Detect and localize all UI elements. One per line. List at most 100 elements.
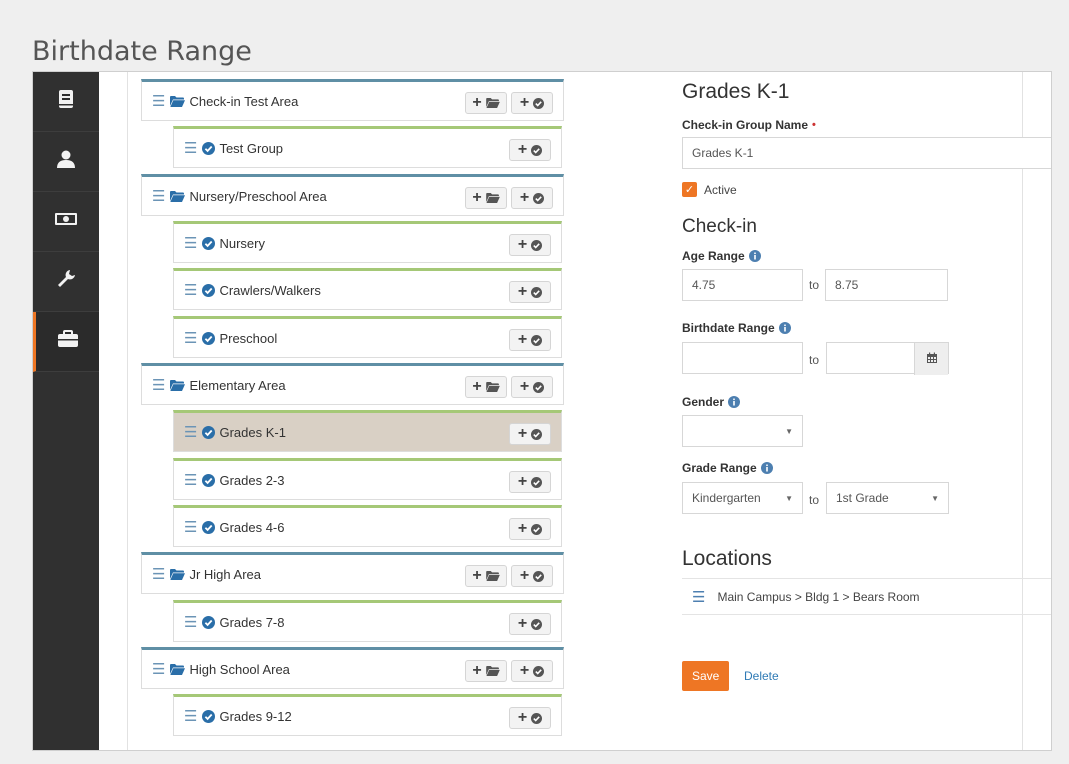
info-icon[interactable] <box>778 322 791 334</box>
tree-area-row[interactable]: ☰ Nursery/Preschool Area + + <box>141 174 564 216</box>
location-row: ☰ Main Campus > Bldg 1 > Bears Room <box>682 578 1051 615</box>
nav-item-admin[interactable] <box>33 312 99 372</box>
check-circle-icon <box>202 425 216 439</box>
delete-link[interactable]: Delete <box>744 669 779 683</box>
add-area-button[interactable]: + <box>465 376 507 398</box>
drag-handle-icon[interactable]: ☰ <box>152 92 165 110</box>
row-actions: + + <box>465 660 553 682</box>
add-group-button[interactable]: + <box>509 281 551 303</box>
check-circle-icon <box>202 283 216 297</box>
nav-item-people[interactable] <box>33 132 99 192</box>
info-icon[interactable] <box>748 250 761 262</box>
tree-group-row[interactable]: ☰ Nursery + <box>173 221 562 263</box>
info-icon[interactable] <box>760 462 773 474</box>
content-panel: ☰ Check-in Test Area + + ☰ Test Group + ☰ Nurser… <box>127 72 1051 750</box>
age-min-input[interactable]: 4.75 <box>682 269 803 301</box>
add-area-button[interactable]: + <box>465 187 507 209</box>
group-label: Test Group <box>219 140 284 156</box>
add-group-button[interactable]: + <box>511 92 553 114</box>
tree-area-row[interactable]: ☰ Elementary Area + + <box>141 363 564 405</box>
tree-group-row[interactable]: ☰ Grades 7-8 + <box>173 600 562 642</box>
plus-icon: + <box>472 567 482 584</box>
folder-open-icon <box>170 95 186 107</box>
row-actions: + + <box>465 565 553 587</box>
drag-handle-icon[interactable]: ☰ <box>184 139 197 157</box>
drag-handle-icon[interactable]: ☰ <box>152 660 165 678</box>
add-group-button[interactable]: + <box>509 423 551 445</box>
add-group-button[interactable]: + <box>509 329 551 351</box>
add-group-button[interactable]: + <box>509 234 551 256</box>
tree-area-row[interactable]: ☰ High School Area + + <box>141 647 564 689</box>
add-group-button[interactable]: + <box>509 707 551 729</box>
add-group-button[interactable]: + <box>509 613 551 635</box>
plus-icon: + <box>519 662 530 679</box>
add-group-button[interactable]: + <box>511 565 553 587</box>
folder-icon <box>485 193 500 203</box>
nav-item-finance[interactable] <box>33 192 99 252</box>
nav-item-book[interactable] <box>33 72 99 132</box>
birthdate-from-input[interactable] <box>682 342 803 374</box>
add-group-button[interactable]: + <box>511 187 553 209</box>
tree-area-row[interactable]: ☰ Jr High Area + + <box>141 552 564 594</box>
drag-handle-icon[interactable]: ☰ <box>152 565 165 583</box>
drag-handle-icon[interactable]: ☰ <box>184 234 197 252</box>
plus-icon: + <box>519 567 530 584</box>
add-area-button[interactable]: + <box>465 660 507 682</box>
birthdate-range-label: Birthdate Range <box>682 321 791 335</box>
tree-group-row[interactable]: ☰ Grades 2-3 + <box>173 458 562 500</box>
drag-handle-icon[interactable]: ☰ <box>152 376 165 394</box>
tree-group-row[interactable]: ☰ Test Group + <box>173 126 562 168</box>
gender-select[interactable]: ▼ <box>682 415 803 447</box>
drag-handle-icon[interactable]: ☰ <box>152 187 165 205</box>
add-group-button[interactable]: + <box>509 139 551 161</box>
add-area-button[interactable]: + <box>465 565 507 587</box>
check-circle-icon <box>533 97 545 109</box>
group-label: Nursery <box>219 235 265 251</box>
drag-handle-icon[interactable]: ☰ <box>184 707 197 725</box>
birthdate-to-input[interactable] <box>826 342 949 375</box>
book-icon <box>57 89 75 114</box>
drag-handle-icon[interactable]: ☰ <box>184 613 197 631</box>
folder-icon <box>485 666 500 676</box>
plus-icon: + <box>519 94 530 111</box>
drag-handle-icon[interactable]: ☰ <box>184 423 197 441</box>
tree-group-row[interactable]: ☰ Preschool + <box>173 316 562 358</box>
nav-item-tools[interactable] <box>33 252 99 312</box>
tree-group-row[interactable]: ☰ Grades 9-12 + <box>173 694 562 736</box>
save-button[interactable]: Save <box>682 661 730 691</box>
group-name-input[interactable]: Grades K-1 <box>682 137 1051 169</box>
grade-to-select[interactable]: 1st Grade ▼ <box>826 482 949 514</box>
age-max-value: 8.75 <box>835 278 859 292</box>
info-icon[interactable] <box>728 396 741 408</box>
add-group-button[interactable]: + <box>509 518 551 540</box>
group-label: Grades 7-8 <box>219 614 285 630</box>
birthdate-to-text: to <box>809 353 820 367</box>
active-checkbox[interactable]: ✓ <box>682 182 697 197</box>
drag-handle-icon[interactable]: ☰ <box>692 588 705 606</box>
locations-heading: Locations <box>682 547 772 570</box>
check-circle-icon <box>202 236 216 250</box>
check-circle-icon <box>202 473 216 487</box>
add-group-button[interactable]: + <box>511 376 553 398</box>
drag-handle-icon[interactable]: ☰ <box>184 518 197 536</box>
plus-icon: + <box>517 283 528 300</box>
grade-range-label-text: Grade Range <box>682 461 757 475</box>
calendar-button[interactable] <box>914 343 948 375</box>
tree-group-row[interactable]: ☰ Grades K-1 + <box>173 410 562 452</box>
add-group-button[interactable]: + <box>509 471 551 493</box>
drag-handle-icon[interactable]: ☰ <box>184 471 197 489</box>
add-area-button[interactable]: + <box>465 92 507 114</box>
add-group-button[interactable]: + <box>511 660 553 682</box>
drag-handle-icon[interactable]: ☰ <box>184 281 197 299</box>
age-max-input[interactable]: 8.75 <box>825 269 948 301</box>
drag-handle-icon[interactable]: ☰ <box>184 329 197 347</box>
grade-from-select[interactable]: Kindergarten ▼ <box>682 482 803 514</box>
tree-area-row[interactable]: ☰ Check-in Test Area + + <box>141 79 564 121</box>
tree-group-row[interactable]: ☰ Crawlers/Walkers + <box>173 268 562 310</box>
tree-group-row[interactable]: ☰ Grades 4-6 + <box>173 505 562 547</box>
check-circle-icon <box>533 665 545 677</box>
row-actions: + <box>509 139 551 161</box>
app-frame: ☰ Check-in Test Area + + ☰ Test Group + ☰ Nurser… <box>32 71 1052 751</box>
plus-icon: + <box>517 141 528 158</box>
age-range-label-text: Age Range <box>682 249 745 263</box>
